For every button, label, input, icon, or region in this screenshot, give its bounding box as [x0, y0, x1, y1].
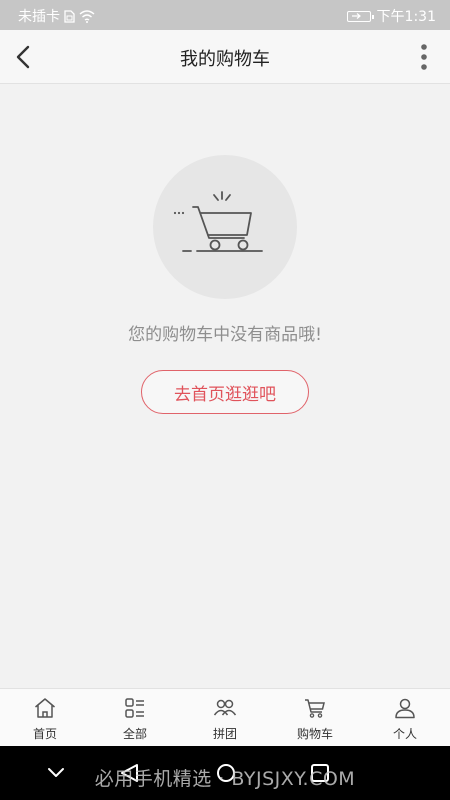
tab-cart[interactable]: 购物车 [270, 689, 360, 746]
tab-home[interactable]: 首页 [0, 689, 90, 746]
status-bar: 未插卡 下午1:31 [0, 0, 450, 30]
tab-profile[interactable]: 个人 [360, 689, 450, 746]
watermark-text: 必用手机精选 · BYJSJXY.COM [94, 768, 356, 790]
home-icon [35, 698, 55, 718]
sim-icon [64, 9, 75, 23]
system-nav-bar: 必用手机精选 · BYJSJXY.COM [0, 746, 450, 800]
status-time: 下午1:31 [376, 9, 436, 25]
wifi-icon [79, 9, 95, 23]
tab-home-label: 首页 [32, 727, 57, 741]
status-right: 下午1:31 [346, 6, 436, 26]
empty-cart-illustration [153, 155, 297, 299]
tab-profile-label: 个人 [392, 727, 417, 741]
tab-cart-label: 购物车 [296, 727, 333, 741]
tab-all[interactable]: 全部 [90, 689, 180, 746]
empty-cart-message: 您的购物车中没有商品哦! [128, 325, 322, 345]
cart-icon [305, 699, 325, 718]
nav-bar: 我的购物车 [0, 30, 450, 84]
go-shopping-button[interactable]: 去首页逛逛吧 [141, 370, 309, 414]
category-icon [125, 698, 144, 718]
page-title: 我的购物车 [180, 49, 270, 70]
tab-all-label: 全部 [122, 727, 147, 741]
tab-group-label: 拼团 [212, 727, 237, 741]
empty-cart-icon [173, 191, 263, 252]
more-options-icon[interactable] [420, 43, 428, 71]
tab-group[interactable]: 拼团 [180, 689, 270, 746]
battery-icon [346, 10, 374, 22]
bottom-tab-bar: 首页 全部 拼团 购物车 个人 [0, 688, 450, 746]
user-icon [395, 698, 415, 719]
status-left: 未插卡 [18, 6, 95, 26]
group-icon [213, 699, 237, 716]
carrier-text: 未插卡 [18, 9, 60, 25]
